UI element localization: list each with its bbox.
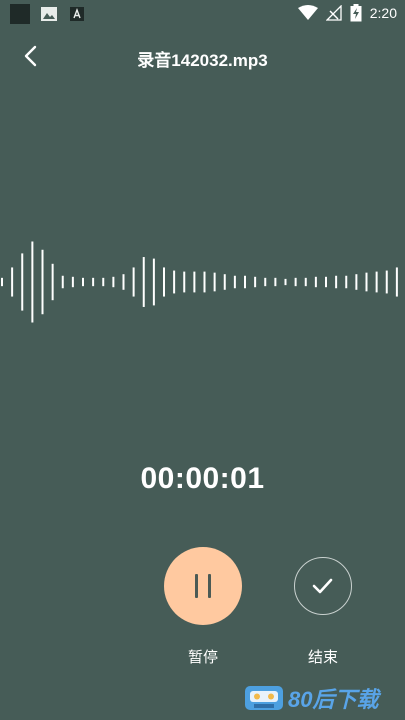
- wifi-icon: [297, 5, 318, 20]
- pause-icon: [208, 574, 211, 598]
- no-signal-icon: [325, 5, 342, 21]
- status-bar: 2:20: [0, 0, 405, 28]
- stop-label: 结束: [307, 648, 338, 666]
- stop-button[interactable]: [294, 557, 352, 615]
- pause-label: 暂停: [187, 648, 218, 666]
- watermark-text: 80后下载: [288, 687, 379, 712]
- font-icon: [70, 7, 84, 21]
- check-icon: [312, 578, 333, 594]
- battery-charging-icon: [350, 4, 362, 22]
- waveform: [1, 241, 398, 323]
- watermark: 80后下载: [244, 682, 378, 714]
- cassette-logo-icon: [245, 686, 283, 710]
- header: 录音142032.mp3: [0, 38, 405, 74]
- pause-button[interactable]: [164, 547, 242, 625]
- elapsed-time: 00:00:01: [140, 462, 265, 495]
- pause-icon: [195, 574, 198, 598]
- app-square-icon: [10, 4, 30, 24]
- status-time: 2:20: [369, 5, 397, 21]
- image-icon: [41, 7, 57, 21]
- page-title: 录音142032.mp3: [137, 51, 268, 70]
